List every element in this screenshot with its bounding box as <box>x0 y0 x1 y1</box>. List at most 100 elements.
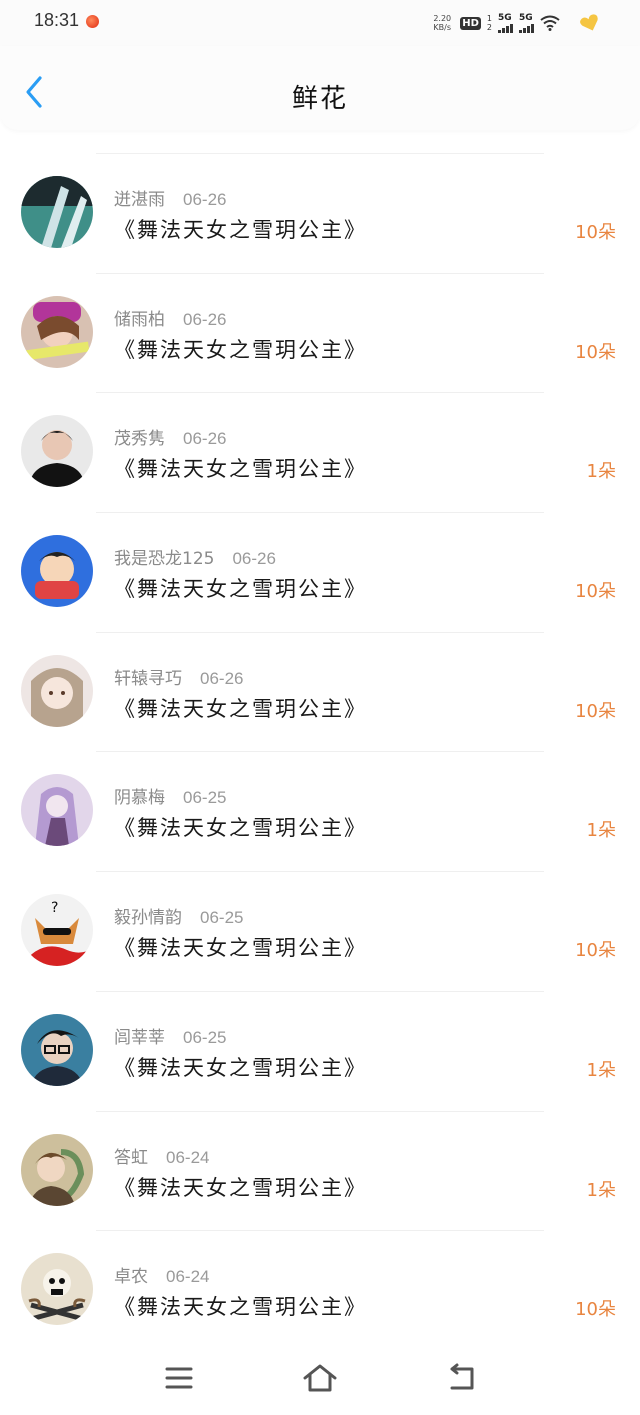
status-indicators: 2.20 KB/s HD 1 2 5G 5G <box>430 10 600 36</box>
record-date: 06-26 <box>183 429 227 449</box>
list-item[interactable]: 储雨柏 06-26 《舞法天女之雪玥公主》 10朵 <box>0 274 640 394</box>
notification-icon <box>86 15 99 28</box>
record-date: 06-25 <box>183 1027 227 1047</box>
avatar[interactable] <box>21 535 93 608</box>
user-name: 茂秀隽 <box>114 429 165 450</box>
user-name: 迸湛雨 <box>114 190 165 210</box>
signal-2-label: 5G <box>519 12 533 23</box>
list-item[interactable]: 轩辕寻巧 06-26 《舞法天女之雪玥公主》 10朵 <box>0 633 640 753</box>
avatar-image <box>21 176 93 248</box>
avatar-image <box>21 1013 93 1086</box>
avatar[interactable] <box>21 654 93 727</box>
status-time: 18:31 <box>34 10 80 30</box>
list-item[interactable]: ? 毅孙情韵 06-25 《舞法天女之雪玥公主》 10朵 <box>0 872 640 992</box>
flower-count: 1朵 <box>586 1179 616 1201</box>
user-name: 阴慕梅 <box>114 788 165 809</box>
list-item-meta: 卓农 06-24 <box>114 1262 209 1287</box>
network-speed: 2.20 KB/s <box>430 14 454 32</box>
back-icon <box>450 1363 474 1390</box>
book-title: 《舞法天女之雪玥公主》 <box>114 1295 367 1320</box>
avatar[interactable] <box>21 774 93 847</box>
record-date: 06-26 <box>183 309 227 329</box>
sim2-index: 2 <box>486 22 492 32</box>
flower-count: 10朵 <box>575 700 616 722</box>
avatar[interactable] <box>21 176 93 248</box>
flower-count: 1朵 <box>586 1059 616 1081</box>
page-title: 鲜花 <box>291 84 348 114</box>
avatar[interactable] <box>21 415 93 488</box>
list-item-meta: 储雨柏 06-26 <box>114 305 226 330</box>
user-name: 储雨柏 <box>114 309 165 330</box>
avatar[interactable] <box>21 1253 93 1326</box>
avatar-image <box>21 774 93 847</box>
list-item-meta: 毅孙情韵 06-25 <box>114 903 243 928</box>
flower-count: 1朵 <box>586 461 616 483</box>
signal-1-icon: 5G <box>498 12 513 33</box>
flower-record-list: 迸湛雨 06-26 《舞法天女之雪玥公主》 10朵 储雨柏 06-26 《舞法天女之雪玥公主… <box>0 154 640 1351</box>
avatar[interactable] <box>21 1133 93 1206</box>
flower-count: 10朵 <box>575 341 616 363</box>
flower-count: 10朵 <box>575 940 616 962</box>
avatar[interactable]: ? <box>21 894 93 967</box>
book-title: 《舞法天女之雪玥公主》 <box>114 1175 367 1200</box>
user-name: 轩辕寻巧 <box>114 668 182 689</box>
status-bar: 18:31 2.20 KB/s HD 1 2 5G 5G <box>0 0 640 46</box>
book-title: 《舞法天女之雪玥公主》 <box>114 577 367 602</box>
svg-text:?: ? <box>51 900 58 916</box>
record-date: 06-25 <box>200 908 244 928</box>
book-title: 《舞法天女之雪玥公主》 <box>114 218 367 242</box>
list-item[interactable]: 闾莘莘 06-25 《舞法天女之雪玥公主》 1朵 <box>0 992 640 1112</box>
record-date: 06-25 <box>183 788 227 808</box>
list-item-meta: 闾莘莘 06-25 <box>114 1023 226 1048</box>
battery-heart-icon <box>580 14 598 31</box>
list-item[interactable]: 卓农 06-24 《舞法天女之雪玥公主》 10朵 <box>0 1231 640 1351</box>
home-button[interactable] <box>302 1361 338 1395</box>
book-title: 《舞法天女之雪玥公主》 <box>114 457 367 482</box>
home-icon <box>303 1364 337 1392</box>
list-item[interactable]: 答虹 06-24 《舞法天女之雪玥公主》 1朵 <box>0 1112 640 1232</box>
signal-2-icon: 5G <box>519 12 534 33</box>
network-speed-unit: KB/s <box>433 23 452 32</box>
book-title: 《舞法天女之雪玥公主》 <box>114 816 367 841</box>
menu-button[interactable] <box>161 1361 197 1395</box>
app-header: 鲜花 <box>0 46 640 130</box>
user-name: 卓农 <box>114 1267 148 1288</box>
back-nav-button[interactable] <box>444 1361 480 1395</box>
book-title: 《舞法天女之雪玥公主》 <box>114 936 367 961</box>
sim1-index: 1 <box>486 13 492 23</box>
record-date: 06-24 <box>166 1267 210 1287</box>
list-item[interactable]: 茂秀隽 06-26 《舞法天女之雪玥公主》 1朵 <box>0 393 640 514</box>
avatar[interactable] <box>21 1013 93 1086</box>
signal-1-label: 5G <box>498 12 512 23</box>
hd-icon: HD <box>460 16 481 30</box>
user-name: 闾莘莘 <box>114 1027 165 1048</box>
book-title: 《舞法天女之雪玥公主》 <box>114 696 367 721</box>
avatar-image <box>21 415 93 488</box>
avatar-image <box>21 535 93 608</box>
system-nav-bar <box>0 1345 640 1415</box>
list-item-meta: 迸湛雨 06-26 <box>114 185 226 210</box>
flower-count: 10朵 <box>575 222 616 243</box>
list-item-meta: 茂秀隽 06-26 <box>114 424 226 449</box>
record-date: 06-26 <box>183 190 227 209</box>
avatar[interactable] <box>21 295 93 368</box>
record-date: 06-24 <box>166 1147 210 1167</box>
list-item[interactable]: 我是恐龙125 06-26 《舞法天女之雪玥公主》 10朵 <box>0 513 640 633</box>
user-name: 我是恐龙125 <box>114 549 215 570</box>
user-name: 毅孙情韵 <box>114 908 182 929</box>
record-date: 06-26 <box>200 668 244 688</box>
flower-count: 10朵 <box>575 581 616 603</box>
sim-indices: 1 2 <box>486 13 492 32</box>
user-name: 答虹 <box>114 1147 148 1168</box>
avatar-image <box>21 654 93 727</box>
flower-count: 10朵 <box>575 1299 616 1321</box>
book-title: 《舞法天女之雪玥公主》 <box>114 1055 367 1080</box>
list-item[interactable]: 迸湛雨 06-26 《舞法天女之雪玥公主》 10朵 <box>0 154 640 274</box>
list-item[interactable]: 阴慕梅 06-25 《舞法天女之雪玥公主》 1朵 <box>0 752 640 873</box>
list-item-meta: 我是恐龙125 06-26 <box>114 544 276 569</box>
record-date: 06-26 <box>232 549 276 569</box>
avatar-image: ? <box>21 894 93 967</box>
wifi-icon <box>540 15 560 31</box>
network-speed-value: 2.20 <box>433 14 452 23</box>
list-item-meta: 阴慕梅 06-25 <box>114 783 226 808</box>
